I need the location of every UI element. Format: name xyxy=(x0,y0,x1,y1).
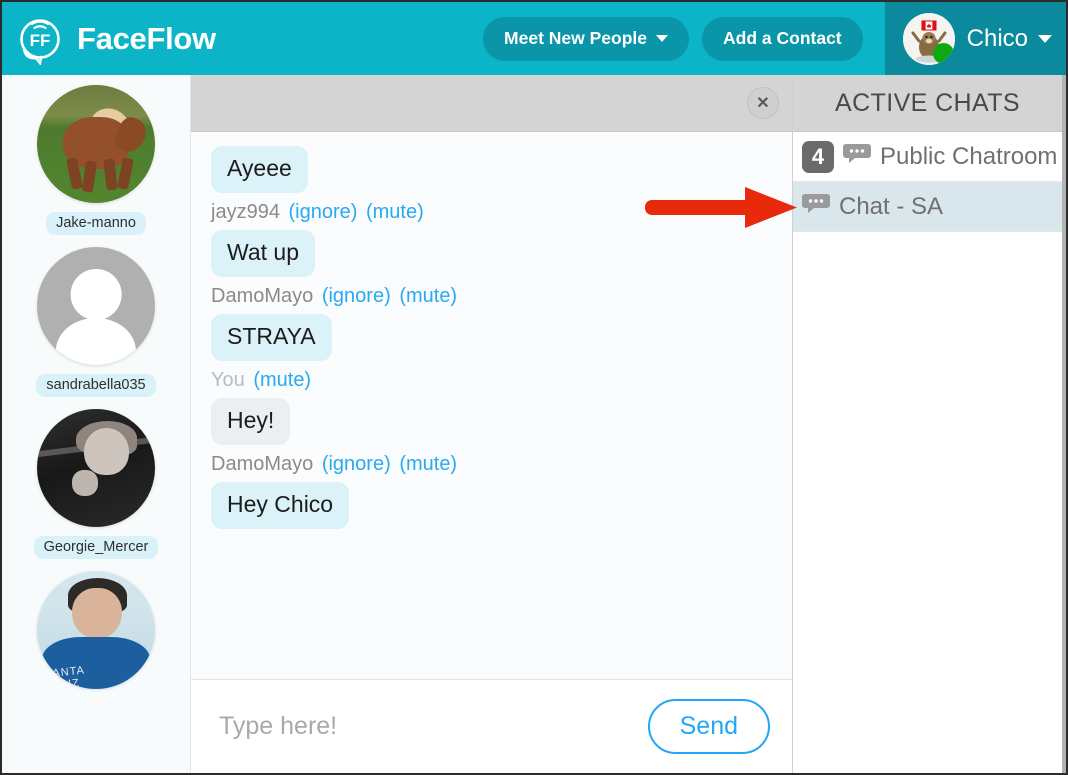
mute-link[interactable]: (mute) xyxy=(253,369,311,391)
message-list[interactable]: Ayeee jayz994 (ignore) (mute) Wat up Dam… xyxy=(191,132,792,679)
user-menu[interactable]: Chico xyxy=(884,2,1066,75)
ignore-link[interactable]: (ignore) xyxy=(322,285,391,307)
svg-text:FF: FF xyxy=(30,31,51,50)
active-chats-sidebar: ACTIVE CHATS 4 Public Chatroom Chat - SA xyxy=(792,75,1066,773)
active-chat-item-chat-sa[interactable]: Chat - SA xyxy=(793,182,1062,232)
contact-name-label: Georgie_Mercer xyxy=(33,536,159,559)
contact-item-sandrabella035[interactable]: sandrabella035 xyxy=(2,247,190,397)
mute-link[interactable]: (mute) xyxy=(399,453,457,475)
unread-count-badge: 4 xyxy=(802,140,834,173)
horse-photo-avatar xyxy=(37,85,155,203)
add-a-contact-button[interactable]: Add a Contact xyxy=(702,16,863,61)
send-button[interactable]: Send xyxy=(647,699,770,754)
user-name: Chico xyxy=(966,24,1028,52)
chat-panel: ✕ Ayeee jayz994 (ignore) (mute) Wat up D… xyxy=(191,75,792,773)
faceflow-logo-icon: FF xyxy=(14,13,66,65)
chat-bubble-icon xyxy=(843,142,871,171)
ignore-link[interactable]: (ignore) xyxy=(322,453,391,475)
add-a-contact-label: Add a Contact xyxy=(723,28,842,48)
meet-new-people-label: Meet New People xyxy=(504,28,648,48)
message-item: jayz994 (ignore) (mute) Wat up xyxy=(211,201,772,277)
top-header-bar: FF FaceFlow Meet New People Add a Contac… xyxy=(2,2,1066,75)
message-bubble: Hey! xyxy=(211,398,291,445)
contact-name-label: Jake-manno xyxy=(46,212,146,235)
active-chat-label: Public Chatroom xyxy=(880,142,1058,170)
meet-new-people-button[interactable]: Meet New People xyxy=(483,16,690,61)
message-meta: DamoMayo (ignore) (mute) xyxy=(211,285,772,308)
boy-hoodie-photo-avatar: SANTA CRUZ xyxy=(37,571,155,689)
message-author: DamoMayo xyxy=(211,453,314,475)
active-chat-item-public-chatroom[interactable]: 4 Public Chatroom xyxy=(793,132,1062,182)
contact-item-partial[interactable]: SANTA CRUZ xyxy=(2,571,190,689)
message-item: DamoMayo (ignore) (mute) STRAYA xyxy=(211,285,772,361)
message-item: DamoMayo (ignore) (mute) Hey Chico xyxy=(211,453,772,529)
message-item: Ayeee xyxy=(211,146,772,193)
brand[interactable]: FF FaceFlow xyxy=(14,13,216,65)
blackwhite-girl-photo-avatar xyxy=(37,409,155,527)
contact-item-georgie-mercer[interactable]: Georgie_Mercer xyxy=(2,409,190,559)
message-author: DamoMayo xyxy=(211,285,314,307)
message-author: jayz994 xyxy=(211,201,280,223)
contact-item-jake-manno[interactable]: Jake-manno xyxy=(2,85,190,235)
contacts-sidebar[interactable]: Jake-manno sandrabella035 Georgie_Mercer… xyxy=(2,75,191,773)
mute-link[interactable]: (mute) xyxy=(399,285,457,307)
message-bubble: Ayeee xyxy=(211,146,308,193)
message-meta: You (mute) xyxy=(211,369,772,392)
close-icon[interactable]: ✕ xyxy=(747,87,779,119)
message-item-self: You (mute) Hey! xyxy=(211,369,772,445)
brand-name: FaceFlow xyxy=(77,20,216,56)
message-bubble: STRAYA xyxy=(211,314,332,361)
message-meta: DamoMayo (ignore) (mute) xyxy=(211,453,772,476)
beaver-canada-avatar xyxy=(902,12,955,65)
default-person-avatar xyxy=(37,247,155,365)
contact-name-label: sandrabella035 xyxy=(36,374,156,397)
message-bubble: Hey Chico xyxy=(211,482,350,529)
header-actions: Meet New People Add a Contact Chico xyxy=(483,2,1066,75)
online-status-dot xyxy=(932,42,954,64)
message-composer: Send xyxy=(191,679,792,773)
active-chats-title: ACTIVE CHATS xyxy=(793,75,1062,132)
message-bubble: Wat up xyxy=(211,230,316,277)
chat-bubble-icon xyxy=(802,192,830,221)
mute-link[interactable]: (mute) xyxy=(366,201,424,223)
chevron-down-icon xyxy=(656,35,669,42)
active-chat-label: Chat - SA xyxy=(839,192,944,220)
message-meta: jayz994 (ignore) (mute) xyxy=(211,201,772,224)
user-menu-chevron-down-icon xyxy=(1038,34,1052,43)
message-author: You xyxy=(211,369,245,391)
faceflow-app-window: FF FaceFlow Meet New People Add a Contac… xyxy=(0,0,1068,775)
ignore-link[interactable]: (ignore) xyxy=(289,201,358,223)
chat-panel-header: ✕ xyxy=(191,75,792,132)
message-input[interactable] xyxy=(219,712,648,741)
